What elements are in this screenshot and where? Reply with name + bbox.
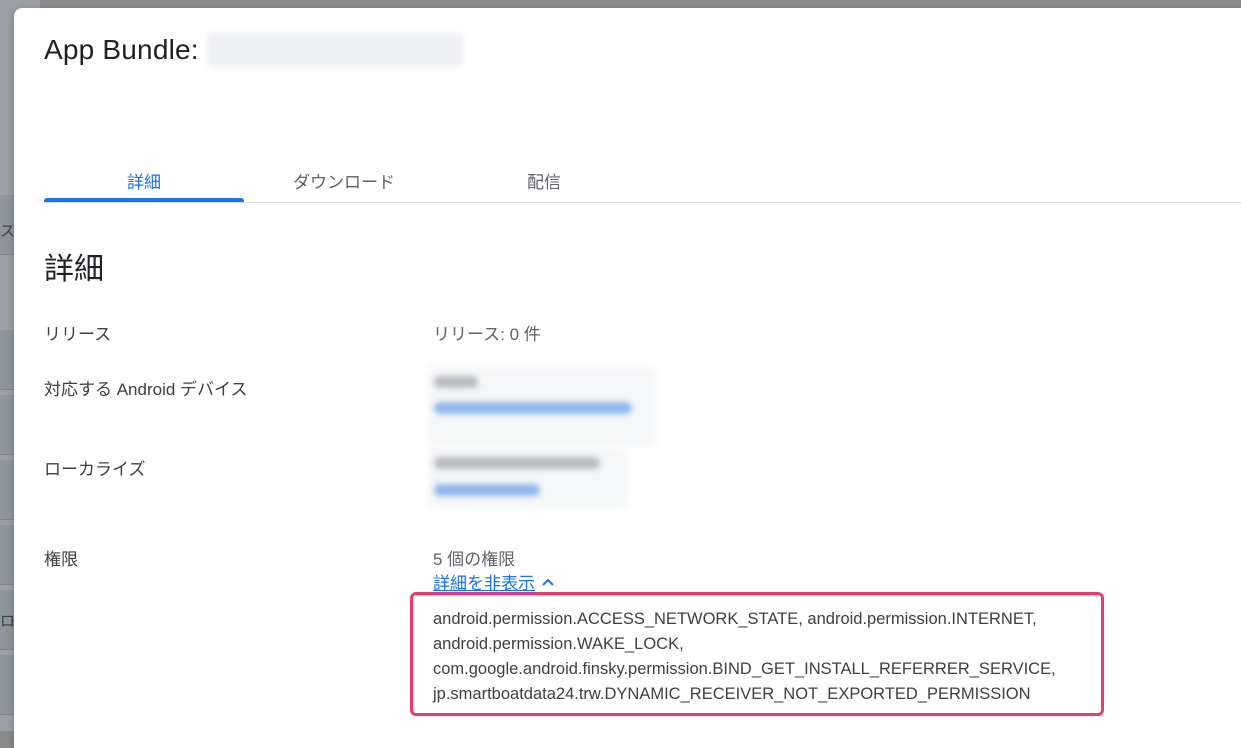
release-value: リリース: 0 件	[433, 325, 541, 344]
devices-label: 対応する Android デバイス	[44, 380, 248, 399]
section-title: 詳細	[44, 253, 104, 286]
redacted-text	[434, 457, 600, 469]
hide-details-link[interactable]: 詳細を非表示	[433, 569, 555, 594]
dialog-title: App Bundle:	[44, 34, 199, 65]
redacted-link	[434, 402, 632, 414]
permission-line: com.google.android.finsky.permission.BIN…	[433, 660, 1056, 678]
background-row	[0, 395, 14, 455]
tab-delivery[interactable]: 配信	[444, 158, 644, 202]
localize-label: ローカライズ	[44, 460, 146, 479]
redacted-link	[434, 484, 540, 496]
background-text: ス	[0, 223, 16, 240]
permission-line: android.permission.ACCESS_NETWORK_STATE,…	[433, 610, 1037, 628]
permission-line: jp.smartboatdata24.trw.DYNAMIC_RECEIVER_…	[433, 685, 1031, 703]
redacted-text	[434, 376, 478, 388]
dialog-header: App Bundle:	[44, 30, 463, 70]
release-label: リリース	[44, 325, 112, 344]
background-row	[0, 460, 14, 520]
hide-details-label: 詳細を非表示	[433, 574, 535, 593]
background-row	[0, 525, 14, 585]
tab-divider	[44, 202, 1241, 203]
redacted-version	[206, 33, 463, 67]
background-row	[0, 655, 14, 715]
permissions-count: 5 個の権限	[433, 550, 516, 569]
background-text: ロ	[0, 613, 16, 630]
app-bundle-dialog: App Bundle: 詳細 ダウンロード 配信 詳細 リリース リリース: 0…	[14, 8, 1241, 748]
permission-line: android.permission.WAKE_LOCK,	[433, 635, 684, 653]
tab-download[interactable]: ダウンロード	[244, 158, 444, 202]
permissions-list-highlight: android.permission.ACCESS_NETWORK_STATE,…	[410, 592, 1104, 716]
tab-details[interactable]: 詳細	[44, 158, 244, 202]
permissions-label: 権限	[44, 550, 78, 569]
background-row	[0, 330, 14, 390]
tab-bar: 詳細 ダウンロード 配信	[44, 158, 644, 202]
chevron-up-icon	[542, 578, 554, 586]
